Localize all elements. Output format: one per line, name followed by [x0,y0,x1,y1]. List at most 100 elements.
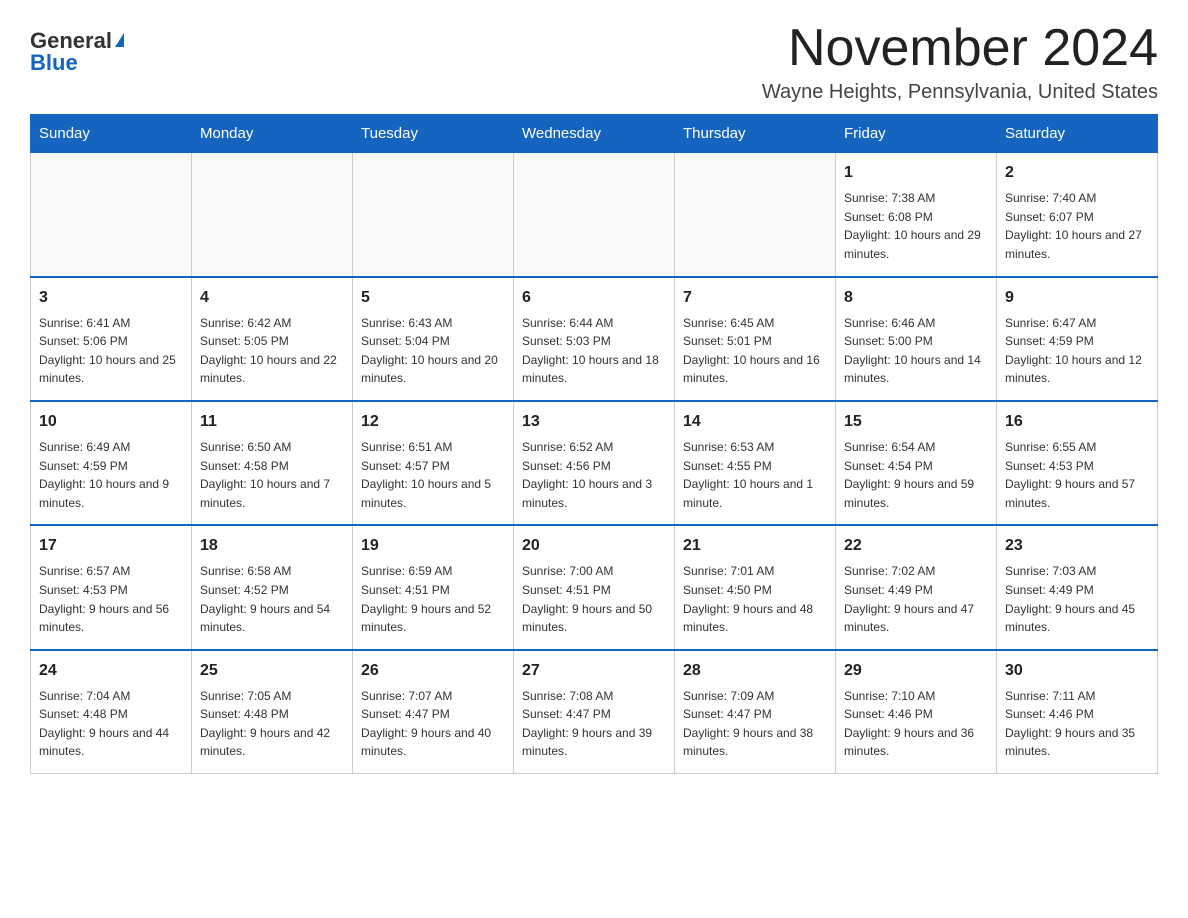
day-info: Sunrise: 7:05 AM Sunset: 4:48 PM Dayligh… [200,687,344,761]
calendar-cell: 15 Sunrise: 6:54 AM Sunset: 4:54 PM Dayli… [836,401,997,525]
day-info: Sunrise: 6:51 AM Sunset: 4:57 PM Dayligh… [361,438,505,512]
day-number: 22 [844,534,988,558]
month-title: November 2024 [762,20,1158,77]
title-section: November 2024 Wayne Heights, Pennsylvani… [762,20,1158,104]
logo-triangle-icon [115,33,124,47]
calendar-week-row: 10 Sunrise: 6:49 AM Sunset: 4:59 PM Dayli… [31,401,1158,525]
calendar-cell: 1Sunrise: 7:38 AM Sunset: 6:08 PM Daylig… [836,153,997,277]
day-number: 20 [522,534,666,558]
day-info: Sunrise: 7:08 AM Sunset: 4:47 PM Dayligh… [522,687,666,761]
calendar-cell: 28 Sunrise: 7:09 AM Sunset: 4:47 PM Dayli… [675,650,836,774]
day-info: Sunrise: 6:49 AM Sunset: 4:59 PM Dayligh… [39,438,183,512]
day-info: Sunrise: 6:44 AM Sunset: 5:03 PM Dayligh… [522,314,666,388]
day-info: Sunrise: 6:52 AM Sunset: 4:56 PM Dayligh… [522,438,666,512]
calendar-cell: 30 Sunrise: 7:11 AM Sunset: 4:46 PM Dayli… [997,650,1158,774]
day-info: Sunrise: 6:55 AM Sunset: 4:53 PM Dayligh… [1005,438,1149,512]
calendar-cell: 5 Sunrise: 6:43 AM Sunset: 5:04 PM Daylig… [353,277,514,401]
day-number: 6 [522,286,666,310]
calendar-cell: 4 Sunrise: 6:42 AM Sunset: 5:05 PM Daylig… [192,277,353,401]
calendar-cell: 6 Sunrise: 6:44 AM Sunset: 5:03 PM Daylig… [514,277,675,401]
day-info: Sunrise: 7:09 AM Sunset: 4:47 PM Dayligh… [683,687,827,761]
weekday-header-friday: Friday [836,115,997,153]
day-info: Sunrise: 6:58 AM Sunset: 4:52 PM Dayligh… [200,562,344,636]
calendar-cell: 29 Sunrise: 7:10 AM Sunset: 4:46 PM Dayli… [836,650,997,774]
day-number: 29 [844,659,988,683]
calendar-cell: 14Sunrise: 6:53 AM Sunset: 4:55 PM Dayli… [675,401,836,525]
calendar-week-row: 1Sunrise: 7:38 AM Sunset: 6:08 PM Daylig… [31,153,1158,277]
calendar-cell [514,153,675,277]
day-info: Sunrise: 7:03 AM Sunset: 4:49 PM Dayligh… [1005,562,1149,636]
calendar-week-row: 3Sunrise: 6:41 AM Sunset: 5:06 PM Daylig… [31,277,1158,401]
weekday-header-thursday: Thursday [675,115,836,153]
weekday-header-tuesday: Tuesday [353,115,514,153]
day-number: 21 [683,534,827,558]
day-number: 18 [200,534,344,558]
day-number: 9 [1005,286,1149,310]
day-info: Sunrise: 6:46 AM Sunset: 5:00 PM Dayligh… [844,314,988,388]
day-info: Sunrise: 7:11 AM Sunset: 4:46 PM Dayligh… [1005,687,1149,761]
calendar-cell: 13 Sunrise: 6:52 AM Sunset: 4:56 PM Dayli… [514,401,675,525]
calendar-cell: 27 Sunrise: 7:08 AM Sunset: 4:47 PM Dayli… [514,650,675,774]
calendar-cell: 22 Sunrise: 7:02 AM Sunset: 4:49 PM Dayli… [836,525,997,649]
day-number: 7 [683,286,827,310]
calendar-cell: 3Sunrise: 6:41 AM Sunset: 5:06 PM Daylig… [31,277,192,401]
day-number: 28 [683,659,827,683]
day-info: Sunrise: 6:43 AM Sunset: 5:04 PM Dayligh… [361,314,505,388]
day-info: Sunrise: 7:40 AM Sunset: 6:07 PM Dayligh… [1005,189,1149,263]
day-info: Sunrise: 6:45 AM Sunset: 5:01 PM Dayligh… [683,314,827,388]
calendar-cell: 16 Sunrise: 6:55 AM Sunset: 4:53 PM Dayli… [997,401,1158,525]
day-number: 4 [200,286,344,310]
day-number: 27 [522,659,666,683]
day-info: Sunrise: 6:57 AM Sunset: 4:53 PM Dayligh… [39,562,183,636]
day-number: 13 [522,410,666,434]
calendar-cell: 24 Sunrise: 7:04 AM Sunset: 4:48 PM Dayli… [31,650,192,774]
day-number: 8 [844,286,988,310]
calendar-cell: 23Sunrise: 7:03 AM Sunset: 4:49 PM Dayli… [997,525,1158,649]
day-number: 5 [361,286,505,310]
calendar-cell [31,153,192,277]
calendar-cell: 2Sunrise: 7:40 AM Sunset: 6:07 PM Daylig… [997,153,1158,277]
day-number: 17 [39,534,183,558]
calendar-week-row: 17 Sunrise: 6:57 AM Sunset: 4:53 PM Dayli… [31,525,1158,649]
weekday-header-wednesday: Wednesday [514,115,675,153]
calendar-cell: 25 Sunrise: 7:05 AM Sunset: 4:48 PM Dayli… [192,650,353,774]
day-number: 16 [1005,410,1149,434]
day-number: 24 [39,659,183,683]
day-info: Sunrise: 7:10 AM Sunset: 4:46 PM Dayligh… [844,687,988,761]
calendar-week-row: 24 Sunrise: 7:04 AM Sunset: 4:48 PM Dayli… [31,650,1158,774]
calendar-cell: 20 Sunrise: 7:00 AM Sunset: 4:51 PM Dayli… [514,525,675,649]
day-number: 10 [39,410,183,434]
day-info: Sunrise: 7:01 AM Sunset: 4:50 PM Dayligh… [683,562,827,636]
logo: General Blue [30,30,124,76]
day-info: Sunrise: 7:04 AM Sunset: 4:48 PM Dayligh… [39,687,183,761]
day-info: Sunrise: 6:42 AM Sunset: 5:05 PM Dayligh… [200,314,344,388]
calendar-cell: 10 Sunrise: 6:49 AM Sunset: 4:59 PM Dayli… [31,401,192,525]
logo-general: General [30,30,112,52]
calendar-cell: 12Sunrise: 6:51 AM Sunset: 4:57 PM Dayli… [353,401,514,525]
day-number: 11 [200,410,344,434]
calendar-cell: 9Sunrise: 6:47 AM Sunset: 4:59 PM Daylig… [997,277,1158,401]
calendar-cell: 17 Sunrise: 6:57 AM Sunset: 4:53 PM Dayli… [31,525,192,649]
day-number: 30 [1005,659,1149,683]
day-number: 1 [844,161,988,185]
day-number: 15 [844,410,988,434]
day-info: Sunrise: 7:00 AM Sunset: 4:51 PM Dayligh… [522,562,666,636]
weekday-header-sunday: Sunday [31,115,192,153]
day-info: Sunrise: 6:41 AM Sunset: 5:06 PM Dayligh… [39,314,183,388]
calendar-cell: 7 Sunrise: 6:45 AM Sunset: 5:01 PM Daylig… [675,277,836,401]
day-info: Sunrise: 7:07 AM Sunset: 4:47 PM Dayligh… [361,687,505,761]
calendar-cell [353,153,514,277]
calendar-cell: 18 Sunrise: 6:58 AM Sunset: 4:52 PM Dayli… [192,525,353,649]
weekday-header-monday: Monday [192,115,353,153]
logo-blue: Blue [30,50,78,76]
day-info: Sunrise: 6:54 AM Sunset: 4:54 PM Dayligh… [844,438,988,512]
weekday-header-saturday: Saturday [997,115,1158,153]
day-info: Sunrise: 6:53 AM Sunset: 4:55 PM Dayligh… [683,438,827,512]
day-info: Sunrise: 7:02 AM Sunset: 4:49 PM Dayligh… [844,562,988,636]
day-info: Sunrise: 6:50 AM Sunset: 4:58 PM Dayligh… [200,438,344,512]
page-header: General Blue November 2024 Wayne Heights… [30,20,1158,104]
calendar-cell: 8 Sunrise: 6:46 AM Sunset: 5:00 PM Daylig… [836,277,997,401]
day-number: 26 [361,659,505,683]
day-number: 25 [200,659,344,683]
day-number: 19 [361,534,505,558]
